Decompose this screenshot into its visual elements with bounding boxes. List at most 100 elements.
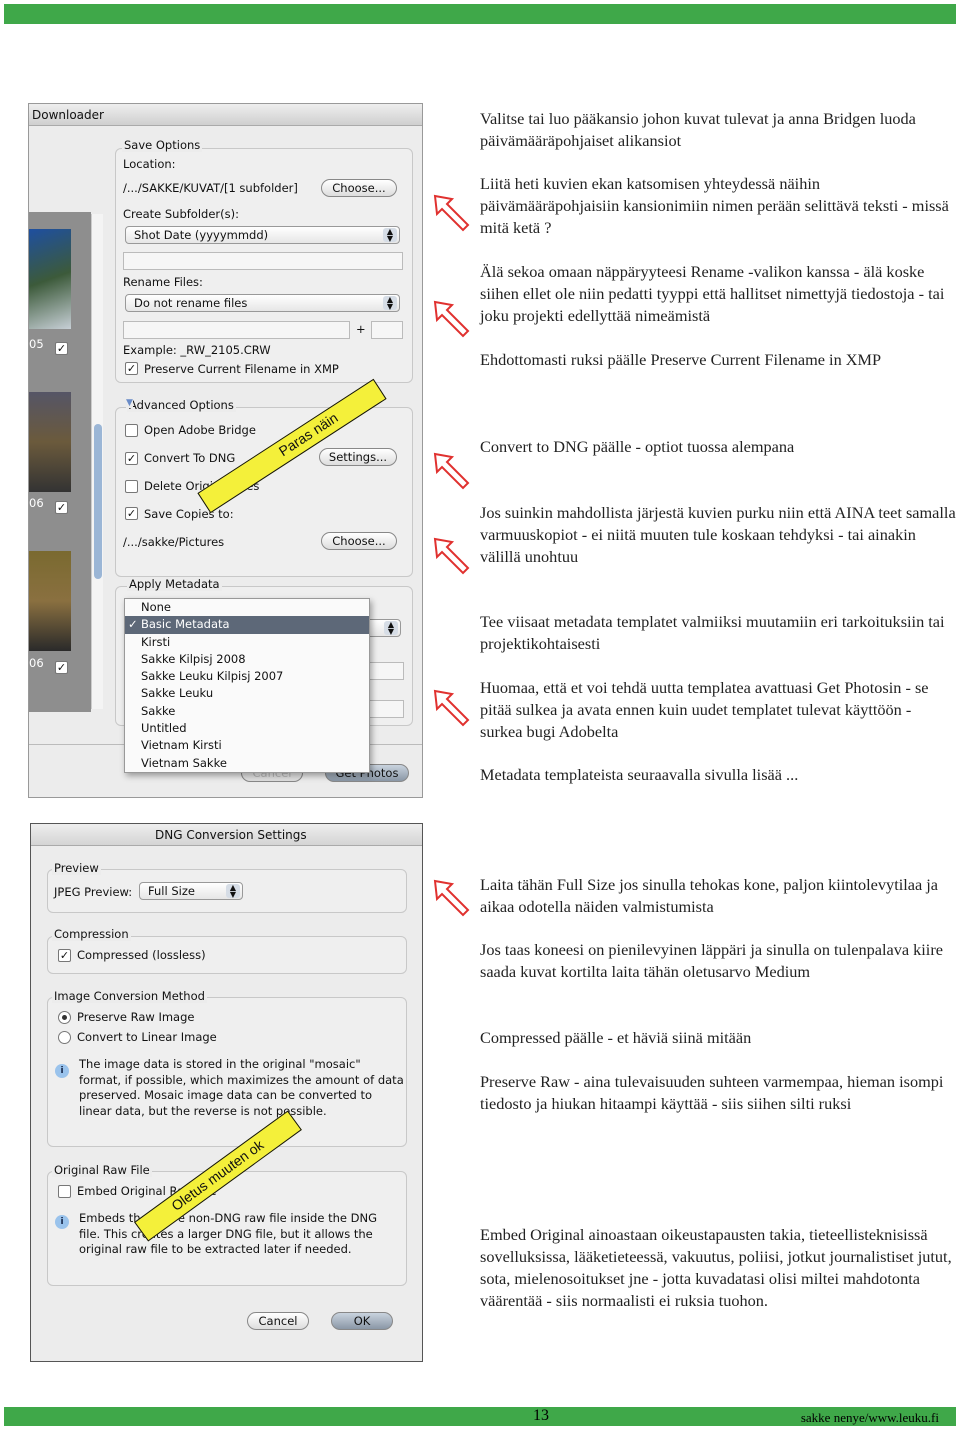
copies-path: /.../sakke/Pictures xyxy=(123,535,225,549)
thumbnail-label: 06 xyxy=(29,656,44,670)
paragraph: Embed Original ainoastaan oikeustapauste… xyxy=(480,1225,952,1310)
choose-location-button[interactable]: Choose... xyxy=(321,179,397,197)
linear-image-radio[interactable] xyxy=(58,1031,71,1044)
ok-button[interactable]: OK xyxy=(331,1312,393,1330)
thumbnail-checkbox[interactable]: ✓ xyxy=(55,661,68,674)
radio-label: Convert to Linear Image xyxy=(77,1030,217,1044)
select-value: Do not rename files xyxy=(134,296,248,310)
window-title: Downloader xyxy=(32,108,104,122)
subfolder-select[interactable]: Shot Date (yyyymmdd) ▲ ▼ xyxy=(125,226,400,244)
stepper-icon: ▲ ▼ xyxy=(384,621,398,636)
menu-item[interactable]: Vietnam Sakke xyxy=(125,755,369,772)
metadata-field[interactable] xyxy=(369,700,404,718)
disclosure-triangle-icon[interactable]: ▼ xyxy=(126,398,133,408)
arrow-icon xyxy=(433,537,470,575)
thumbnail xyxy=(29,551,71,651)
group-legend: Advanced Options xyxy=(127,398,236,412)
metadata-dropdown-menu[interactable]: None Basic Metadata Kirsti Sakke Kilpisj… xyxy=(124,598,370,773)
checkbox-label: Save Copies to: xyxy=(144,507,234,521)
subfolder-name-field[interactable] xyxy=(123,252,403,270)
choose-copies-button[interactable]: Choose... xyxy=(321,532,397,550)
menu-item[interactable]: None xyxy=(125,599,369,616)
group-legend: Image Conversion Method xyxy=(52,989,207,1003)
paragraph: Preserve Raw - aina tulevaisuuden suhtee… xyxy=(480,1072,944,1113)
group-legend: Apply Metadata xyxy=(127,577,222,591)
downloader-screenshot: Downloader 05 06 06 ✓ ✓ ✓ Save Options L… xyxy=(28,103,423,798)
rename-number-field[interactable] xyxy=(371,321,403,339)
radio-label: Preserve Raw Image xyxy=(77,1010,195,1024)
menu-item[interactable]: Sakke Leuku Kilpisj 2007 xyxy=(125,668,369,685)
scrollbar[interactable] xyxy=(91,214,103,709)
checkbox-label: Compressed (lossless) xyxy=(77,948,206,962)
preserve-raw-radio[interactable] xyxy=(58,1011,71,1024)
dng-settings-screenshot: DNG Conversion Settings Preview JPEG Pre… xyxy=(30,823,423,1362)
arrow-icon xyxy=(433,194,470,232)
paragraph: Älä sekoa omaan näppäryyteesi Rename -va… xyxy=(480,262,945,325)
label: Location: xyxy=(123,157,176,171)
open-bridge-checkbox[interactable] xyxy=(125,424,138,437)
rename-text-field[interactable] xyxy=(123,321,350,339)
group-legend: Save Options xyxy=(122,138,203,152)
page-number: 13 xyxy=(533,1407,549,1424)
top-green-bar xyxy=(4,4,956,24)
preserve-filename-checkbox[interactable]: ✓ xyxy=(125,362,138,375)
paragraph: Compressed päälle - et häviä siinä mitää… xyxy=(480,1028,752,1047)
group-legend: Compression xyxy=(52,927,131,941)
metadata-field[interactable] xyxy=(369,662,404,680)
dng-settings-button[interactable]: Settings... xyxy=(319,448,397,466)
menu-item[interactable]: Sakke xyxy=(125,703,369,720)
stepper-icon: ▲ ▼ xyxy=(383,296,397,311)
location-path: /.../SAKKE/KUVAT/[1 subfolder] xyxy=(123,181,298,195)
checkbox-label: Convert To DNG xyxy=(144,451,236,465)
paragraph: Laita tähän Full Size jos sinulla tehoka… xyxy=(480,875,939,916)
delete-originals-checkbox[interactable] xyxy=(125,480,138,493)
info-icon: i xyxy=(55,1064,69,1078)
thumbnail xyxy=(29,392,71,492)
compressed-checkbox[interactable]: ✓ xyxy=(58,949,71,962)
info-text: The image data is stored in the original… xyxy=(79,1057,404,1118)
paragraph: Convert to DNG päälle - optiot tuossa al… xyxy=(480,437,795,456)
window-title: DNG Conversion Settings xyxy=(155,828,307,842)
label: Rename Files: xyxy=(123,275,203,289)
stepper-icon: ▲ ▼ xyxy=(226,884,240,899)
stepper-icon: ▲ ▼ xyxy=(383,228,397,243)
menu-item-selected[interactable]: Basic Metadata xyxy=(125,616,369,634)
menu-item[interactable]: Untitled xyxy=(125,720,369,737)
cancel-button[interactable]: Cancel xyxy=(247,1312,309,1330)
menu-item[interactable]: Sakke Kilpisj 2008 xyxy=(125,651,369,668)
paragraph: Ehdottomasti ruksi päälle Preserve Curre… xyxy=(480,350,882,369)
group-legend: Preview xyxy=(52,861,101,875)
example-text: Example: _RW_2105.CRW xyxy=(123,343,271,357)
footer-credit: sakke nenye/www.leuku.fi xyxy=(800,1410,939,1425)
arrow-icon xyxy=(433,879,470,917)
group-legend: Original Raw File xyxy=(52,1163,152,1177)
paragraph: Valitse tai luo pääkansio johon kuvat tu… xyxy=(480,109,916,150)
jpeg-preview-select[interactable]: Full Size ▲ ▼ xyxy=(139,882,243,900)
convert-dng-checkbox[interactable]: ✓ xyxy=(125,452,138,465)
arrow-icon xyxy=(433,300,470,338)
arrow-icon xyxy=(433,689,470,727)
info-text: Embeds the entire non-DNG raw file insid… xyxy=(79,1211,377,1256)
plus-label: + xyxy=(356,322,366,336)
menu-item[interactable]: Sakke Leuku xyxy=(125,685,369,702)
paragraph: Jos taas koneesi on pienilevyinen läppär… xyxy=(480,940,943,981)
thumbnail-checkbox[interactable]: ✓ xyxy=(55,342,68,355)
select-value: Shot Date (yyyymmdd) xyxy=(134,228,269,242)
checkbox-label: Open Adobe Bridge xyxy=(144,423,256,437)
paragraph: Huomaa, että et voi tehdä uutta template… xyxy=(480,678,929,741)
menu-item[interactable]: Kirsti xyxy=(125,634,369,651)
rename-select[interactable]: Do not rename files ▲ ▼ xyxy=(125,294,400,312)
save-copies-checkbox[interactable]: ✓ xyxy=(125,507,138,520)
thumbnail-label: 05 xyxy=(29,337,44,351)
arrow-icon xyxy=(433,452,470,490)
paragraph: Tee viisaat metadata templatet valmiiksi… xyxy=(480,612,945,653)
paragraph: Liitä heti kuvien ekan katsomisen yhteyd… xyxy=(480,174,949,237)
info-icon: i xyxy=(55,1215,69,1229)
thumbnail-checkbox[interactable]: ✓ xyxy=(55,501,68,514)
label: Create Subfolder(s): xyxy=(123,207,239,221)
menu-item[interactable]: Vietnam Kirsti xyxy=(125,737,369,754)
embed-original-checkbox[interactable] xyxy=(58,1185,71,1198)
label: JPEG Preview: xyxy=(54,885,133,899)
checkbox-label: Preserve Current Filename in XMP xyxy=(144,362,339,376)
paragraph: Jos suinkin mahdollista järjestä kuvien … xyxy=(480,503,956,566)
